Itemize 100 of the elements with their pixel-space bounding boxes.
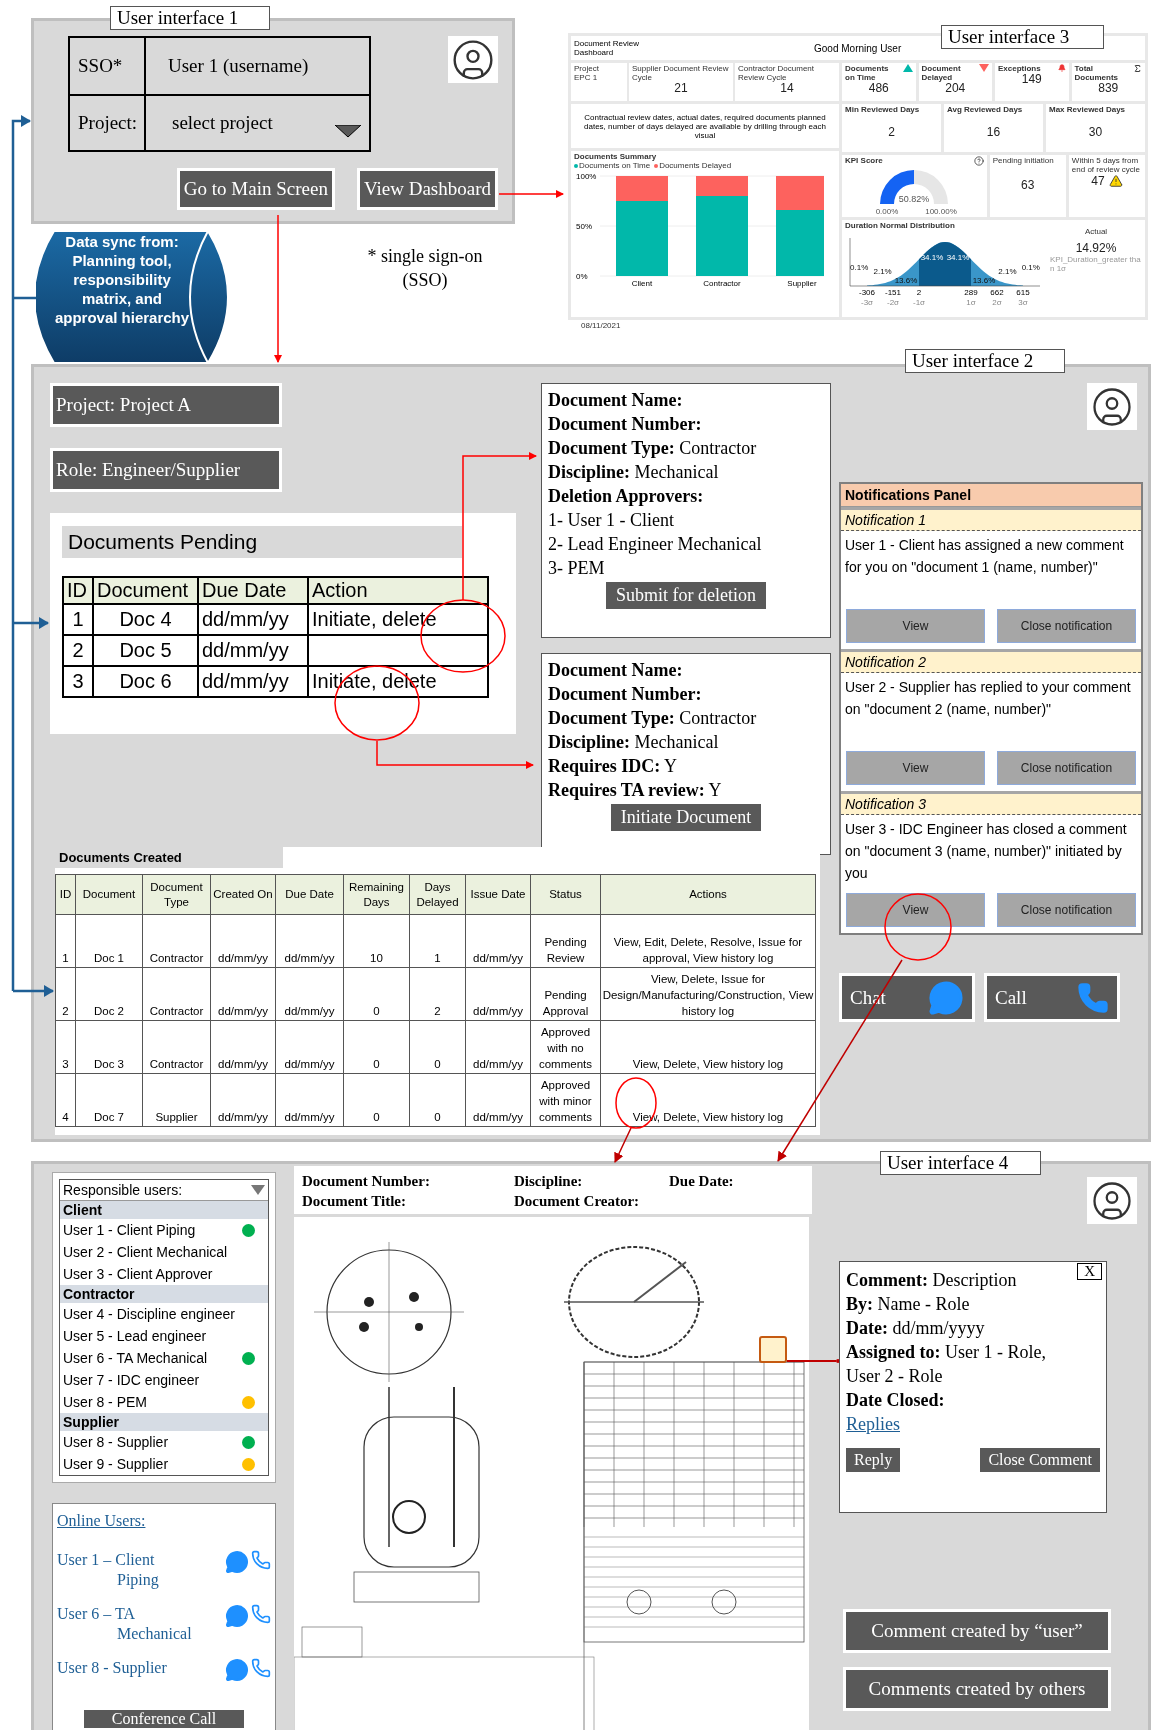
axis-label: Client xyxy=(631,279,653,288)
card-value: 204 xyxy=(945,82,967,95)
table-cell: 0 xyxy=(409,1020,466,1074)
screen-title: User interface 4 xyxy=(880,1151,1041,1175)
user-name[interactable]: User 2 - Client Mechanical xyxy=(63,1244,228,1260)
comment-marker[interactable] xyxy=(759,1336,787,1363)
column-header: Document Type xyxy=(142,874,211,915)
user-name[interactable]: User 5 - Lead engineer xyxy=(63,1328,207,1344)
project-label: Project: Project A xyxy=(50,383,282,427)
user-avatar-icon[interactable] xyxy=(1087,1177,1137,1224)
column-header: Actions xyxy=(600,874,816,915)
card-label: Total Documents xyxy=(1074,64,1120,82)
actions-cell[interactable]: View, Delete, Issue for Design/Manufacturing/Construction, View history log xyxy=(600,967,816,1021)
notification-button[interactable]: Close notification xyxy=(997,609,1136,643)
call-button[interactable]: Call xyxy=(984,973,1120,1022)
user-name[interactable]: User 4 - Discipline engineer xyxy=(63,1306,235,1322)
table-cell: dd/mm/yy xyxy=(275,1073,344,1127)
alarm-icon xyxy=(1057,64,1066,72)
card-label: Avg Reviewed Days xyxy=(947,105,1024,114)
table-cell: dd/mm/yy xyxy=(275,967,344,1021)
greeting-text: Good Morning User xyxy=(814,42,902,54)
user-avatar-icon[interactable] xyxy=(1087,383,1137,430)
dropdown-label[interactable]: Responsible users: xyxy=(63,1182,183,1198)
dropdown-caret-icon xyxy=(335,124,361,138)
table-cell: Contractor xyxy=(142,1020,211,1074)
filter-button[interactable]: Comments created by others xyxy=(843,1667,1111,1711)
project-select[interactable]: select project xyxy=(146,94,369,150)
table-cell: dd/mm/yy xyxy=(275,914,344,968)
user-name[interactable]: User 8 - Supplier xyxy=(63,1434,169,1450)
notification-title: Notification 2 xyxy=(841,652,1141,673)
detail-line: Deletion Approvers: xyxy=(548,485,705,508)
axis-label: 0% xyxy=(576,272,588,281)
comment-button[interactable]: Reply xyxy=(846,1448,901,1472)
user-name[interactable]: User 3 - Client Approver xyxy=(63,1266,213,1282)
band-label: 34.1% xyxy=(920,253,944,262)
dropdown-caret-icon[interactable] xyxy=(251,1185,265,1195)
chat-icon[interactable] xyxy=(225,1658,249,1682)
user-name[interactable]: User 9 - Supplier xyxy=(63,1456,169,1472)
nav-button[interactable]: Go to Main Screen xyxy=(176,168,335,210)
comment-line: Assigned to: User 1 - Role, User 2 - Role xyxy=(846,1341,1047,1388)
header-field: Document Number: xyxy=(302,1171,514,1191)
table-cell: Doc 7 xyxy=(75,1073,143,1127)
user-name[interactable]: User 8 - PEM xyxy=(63,1394,147,1410)
detail-line: Requires TA review: Y xyxy=(548,779,723,802)
notification-button[interactable]: View xyxy=(846,893,985,927)
table-cell: 3 xyxy=(63,666,93,697)
axis-label: 1σ xyxy=(966,298,976,307)
filter-button[interactable]: Comment created by “user” xyxy=(843,1609,1111,1653)
notification-button[interactable]: View xyxy=(846,751,985,785)
card-label: Min Reviewed Days xyxy=(845,105,921,114)
header-field: Document Creator: xyxy=(514,1191,669,1211)
table-cell: dd/mm/yy xyxy=(210,1020,276,1074)
screen-title: User interface 1 xyxy=(110,6,270,30)
comment-line: Date Closed: xyxy=(846,1389,945,1412)
panel-title: Documents Created xyxy=(55,847,283,868)
card-label: Within 5 days from end of review cycle xyxy=(1071,156,1141,174)
detail-line: 1- User 1 - Client xyxy=(548,509,675,532)
axis-label: -1σ xyxy=(912,298,926,307)
legend-label: Documents Delayed xyxy=(659,161,732,170)
axis-label: -3σ xyxy=(860,298,874,307)
username-value: User 1 (username) xyxy=(167,54,310,78)
user-name[interactable]: User 7 - IDC engineer xyxy=(63,1372,200,1388)
card-value: 14 xyxy=(780,82,795,95)
column-header: ID xyxy=(63,577,93,604)
sigma-icon xyxy=(1133,64,1142,73)
table-cell: Approved with no comments xyxy=(530,1020,601,1074)
notification-button[interactable]: Close notification xyxy=(997,893,1136,927)
help-icon[interactable] xyxy=(973,156,984,166)
actual-label: Actual xyxy=(1083,227,1109,236)
table-cell: dd/mm/yy xyxy=(465,914,531,968)
conference-call-button[interactable]: Conference Call xyxy=(84,1710,244,1728)
column-header: Created On xyxy=(210,874,276,915)
screen-title: User interface 3 xyxy=(941,25,1104,49)
detail-line: Document Number: xyxy=(548,413,703,436)
nav-button[interactable]: View Dashboard xyxy=(356,168,498,210)
table-cell: dd/mm/yy xyxy=(465,1073,531,1127)
replies-link[interactable]: Replies xyxy=(846,1412,900,1436)
user-avatar-icon[interactable] xyxy=(448,36,498,83)
user-name[interactable]: User 1 - Client Piping xyxy=(63,1222,196,1238)
table-cell: Doc 1 xyxy=(75,914,143,968)
chat-icon[interactable] xyxy=(225,1550,249,1574)
actions-cell[interactable]: View, Delete, View history log xyxy=(600,1020,816,1074)
action-button[interactable]: Submit for deletion xyxy=(606,582,766,609)
detail-line: Discipline: Mechanical xyxy=(548,461,720,484)
table-cell: dd/mm/yy xyxy=(198,635,308,666)
notification-button[interactable]: View xyxy=(846,609,985,643)
chat-icon xyxy=(928,979,964,1016)
table-cell: 10 xyxy=(343,914,410,968)
comment-button[interactable]: Close Comment xyxy=(980,1448,1100,1472)
chat-icon[interactable] xyxy=(225,1604,249,1628)
actions-cell[interactable]: View, Edit, Delete, Resolve, Issue for approval, View history log xyxy=(600,914,816,968)
user-name[interactable]: User 6 - TA Mechanical xyxy=(63,1350,208,1366)
detail-line: 3- PEM xyxy=(548,557,606,580)
notification-button[interactable]: Close notification xyxy=(997,751,1136,785)
table-cell: 0 xyxy=(343,967,410,1021)
action-button[interactable]: Initiate Document xyxy=(610,804,762,831)
group-header: Supplier xyxy=(60,1413,268,1431)
detail-line: Document Name: xyxy=(548,659,684,682)
close-button[interactable]: X xyxy=(1077,1263,1102,1280)
notification-text: User 1 - Client has assigned a new comment for you on "document 1 (name, number)" xyxy=(844,536,1125,577)
